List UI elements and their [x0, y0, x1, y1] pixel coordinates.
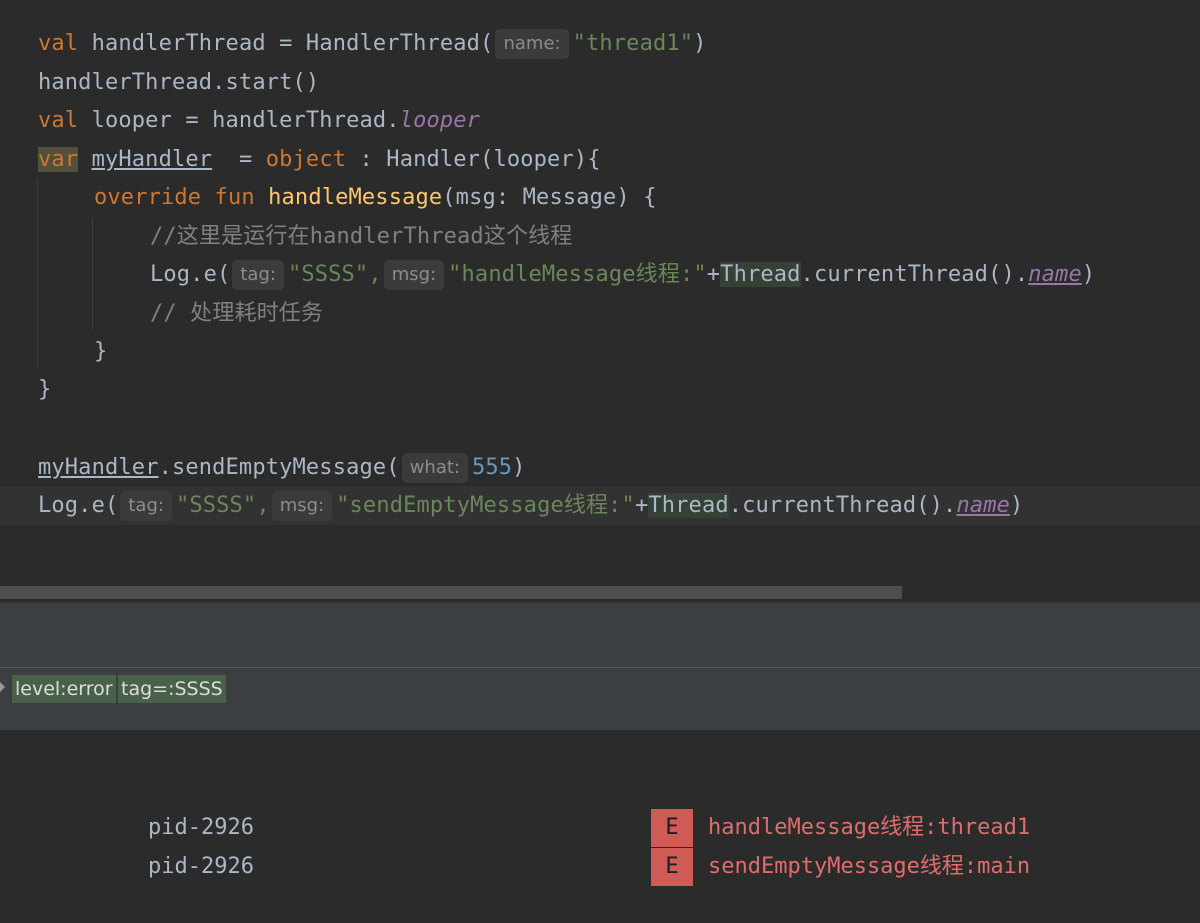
log-pid: pid-2926 [148, 854, 254, 879]
code-line-1[interactable]: val handlerThread = HandlerThread(name: "… [38, 25, 707, 63]
code-line-11[interactable]: myHandler.sendEmptyMessage(what: 555) [38, 449, 526, 487]
param-hint: name: [495, 29, 569, 59]
filter-chip-tag[interactable]: tag=:SSSS [118, 675, 226, 703]
code-line-2[interactable]: handlerThread.start() [38, 64, 319, 102]
code-line-4[interactable]: var myHandler = object : Handler(looper)… [38, 141, 601, 179]
code-editor[interactable]: val handlerThread = HandlerThread(name: "… [0, 0, 1200, 585]
code-line-8[interactable]: // 处理耗时任务 [150, 295, 323, 333]
code-line-7[interactable]: Log.e(tag: "SSSS", msg: "handleMessage线程:"+… [150, 256, 1095, 294]
chevron-right-icon[interactable] [0, 682, 5, 692]
log-message: handleMessage线程:thread1 [708, 815, 1031, 840]
param-hint: msg: [383, 260, 445, 290]
code-line-12[interactable]: Log.e(tag: "SSSS", msg: "sendEmptyMessage线程… [38, 487, 1023, 525]
log-pid: pid-2926 [148, 815, 254, 840]
log-message: sendEmptyMessage线程:main [708, 854, 1031, 879]
code-line-9[interactable]: } [94, 333, 107, 371]
code-line-10[interactable]: } [38, 371, 51, 409]
indent-guide [92, 218, 93, 330]
param-hint: tag: [232, 260, 284, 290]
divider [0, 650, 1200, 667]
log-level-badge: E [651, 848, 693, 886]
filter-chip-level[interactable]: level:error [12, 675, 116, 703]
code-line-5[interactable]: override fun handleMessage(msg: Message)… [94, 179, 657, 217]
code-line-6[interactable]: //这里是运行在handlerThread这个线程 [150, 218, 572, 256]
param-hint: msg: [271, 491, 333, 521]
log-level-badge: E [651, 809, 693, 847]
indent-guide [37, 180, 38, 370]
code-line-3[interactable]: val looper = handlerThread.looper [38, 102, 480, 140]
param-hint: tag: [120, 491, 172, 521]
logcat-toolbar [0, 602, 1200, 652]
param-hint: what: [401, 453, 468, 483]
scrollbar-thumb[interactable] [0, 586, 902, 599]
divider [0, 713, 1200, 730]
